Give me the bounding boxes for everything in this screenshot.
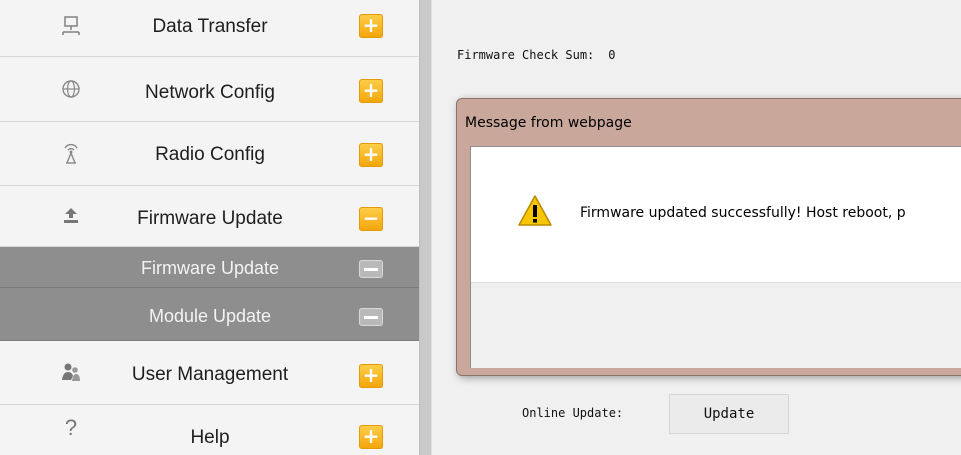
sidebar-item-label: Firmware Update (137, 208, 283, 229)
dialog-message: Firmware updated successfully! Host rebo… (580, 205, 906, 221)
message-dialog: Message from webpage Firmware updated su… (456, 98, 961, 376)
dialog-button-area (471, 282, 961, 368)
network-computer-icon (58, 15, 84, 42)
submenu-item-label: Firmware Update (140, 258, 280, 278)
expand-icon[interactable]: + (359, 14, 383, 38)
expand-icon[interactable]: + (359, 425, 383, 449)
expand-icon[interactable]: + (359, 364, 383, 388)
sidebar-item-data-transfer[interactable]: Data Transfer + (0, 0, 419, 57)
sidebar-item-help[interactable]: ? Help + (0, 405, 419, 455)
checksum-value: 0 (608, 48, 616, 62)
sidebar-item-label: Network Config (145, 82, 275, 103)
sidebar-item-user-management[interactable]: User Management + (0, 341, 419, 405)
question-icon: ? (64, 415, 78, 440)
sidebar: Data Transfer + Network Config + Radio C… (0, 0, 419, 455)
users-icon (58, 361, 84, 388)
globe-icon (58, 79, 84, 104)
warning-icon (517, 193, 553, 229)
minus-icon (359, 308, 383, 326)
checksum-label: Firmware Check Sum: (457, 48, 595, 62)
firmware-checksum: Firmware Check Sum: 0 (457, 48, 616, 62)
submenu-item-firmware-update[interactable]: Firmware Update (0, 247, 419, 288)
sidebar-splitter[interactable] (419, 0, 432, 455)
sidebar-item-label: Data Transfer (152, 16, 268, 37)
dialog-body: Firmware updated successfully! Host rebo… (470, 146, 961, 368)
expand-icon[interactable]: + (359, 143, 383, 167)
sidebar-item-radio-config[interactable]: Radio Config + (0, 122, 419, 186)
antenna-icon (58, 141, 84, 170)
sidebar-item-network-config[interactable]: Network Config + (0, 57, 419, 122)
online-update-label: Online Update: (522, 406, 624, 420)
sidebar-item-label: User Management (131, 364, 289, 385)
sidebar-item-firmware-update[interactable]: Firmware Update − (0, 186, 419, 247)
sidebar-item-label: Radio Config (155, 144, 265, 165)
expand-icon[interactable]: + (359, 79, 383, 103)
submenu-item-label: Module Update (148, 306, 272, 326)
upload-icon (58, 205, 84, 230)
dialog-title: Message from webpage (465, 115, 632, 131)
sidebar-item-label: Help (190, 427, 230, 448)
collapse-icon[interactable]: − (359, 207, 383, 231)
submenu-item-module-update[interactable]: Module Update (0, 288, 419, 341)
update-button[interactable]: Update (669, 394, 789, 434)
minus-icon (359, 260, 383, 278)
